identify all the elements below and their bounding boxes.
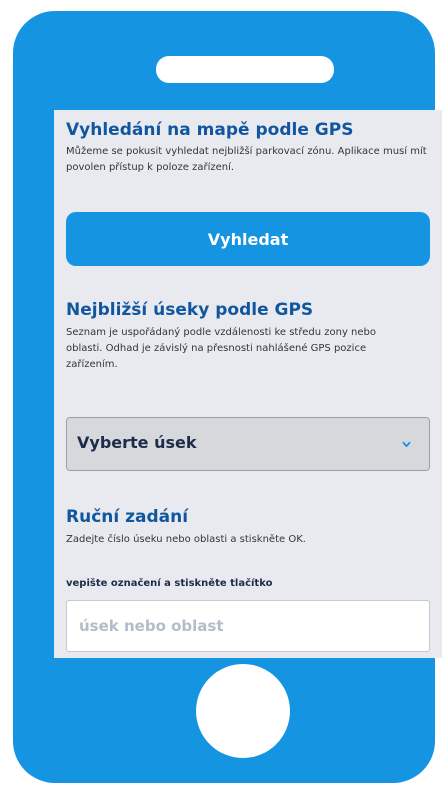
chevron-down-icon [402, 441, 411, 448]
phone-frame: Vyhledání na mapě podle GPS Můžeme se po… [13, 11, 442, 783]
manual-entry-description: Zadejte číslo úseku nebo oblasti a stisk… [66, 534, 306, 545]
gps-search-description: Můžeme se pokusit vyhledat nejbližší par… [66, 146, 427, 173]
phone-speaker [156, 56, 334, 83]
nearest-sections-description: Seznam je uspořádaný podle vzdálenosti k… [66, 327, 377, 370]
manual-entry-title: Ruční zadání [66, 507, 189, 527]
nearest-sections-title: Nejbližší úseky podle GPS [66, 300, 314, 320]
section-select[interactable]: Vyberte úsek [66, 417, 430, 471]
gps-search-title: Vyhledání na mapě podle GPS [66, 120, 354, 140]
section-input[interactable] [66, 600, 430, 652]
section-select-value: Vyberte úsek [77, 433, 197, 452]
app-screen: Vyhledání na mapě podle GPS Můžeme se po… [54, 110, 442, 658]
section-input-label: vepište označení a stiskněte tlačítko [66, 578, 273, 589]
search-button[interactable]: Vyhledat [66, 212, 430, 266]
home-button[interactable] [196, 664, 290, 758]
